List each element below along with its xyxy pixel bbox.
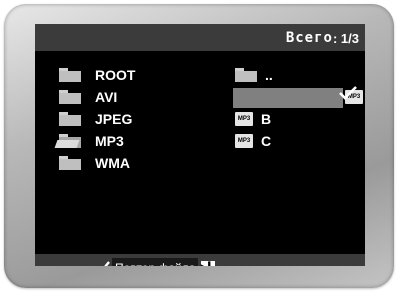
checkmark-icon bbox=[339, 86, 357, 100]
play-next-icon: ▶▎ bbox=[201, 261, 216, 266]
folder-item-root[interactable]: ROOT bbox=[59, 64, 135, 86]
total-counter: Всего : 1/3 bbox=[286, 28, 359, 48]
folder-label: ROOT bbox=[95, 67, 136, 83]
folder-item-wma[interactable]: WMA bbox=[59, 152, 135, 174]
total-count: : 1/3 bbox=[332, 30, 359, 46]
file-label: .. bbox=[265, 67, 273, 83]
total-label: Всего bbox=[285, 30, 333, 46]
file-item-c[interactable]: MP3 C bbox=[235, 130, 365, 152]
mp3-file-icon: MP3 bbox=[235, 134, 253, 148]
file-label: B bbox=[261, 111, 272, 127]
footer-bar: Повтор файла ▶▎ bbox=[35, 254, 365, 266]
open-folder-icon bbox=[54, 134, 81, 148]
header-bar: Всего : 1/3 bbox=[35, 24, 365, 51]
selection-highlight bbox=[233, 88, 343, 108]
folder-icon bbox=[59, 68, 81, 82]
osd-screen: Всего : 1/3 ROOT AVI JPEG MP3 WMA .. MP3… bbox=[35, 24, 365, 266]
folder-label: JPEG bbox=[95, 111, 133, 127]
folder-icon bbox=[59, 112, 81, 126]
folder-item-avi[interactable]: AVI bbox=[59, 86, 135, 108]
folder-list: ROOT AVI JPEG MP3 WMA bbox=[54, 64, 135, 174]
file-item-b[interactable]: MP3 B bbox=[235, 108, 365, 130]
folder-label: AVI bbox=[95, 89, 118, 105]
repeat-file-option[interactable]: Повтор файла ▶▎ bbox=[93, 257, 216, 266]
folder-item-jpeg[interactable]: JPEG bbox=[59, 108, 135, 130]
folder-icon bbox=[59, 90, 81, 104]
parent-folder-item[interactable]: .. bbox=[235, 64, 365, 86]
folder-icon bbox=[235, 68, 257, 82]
checkmark-icon bbox=[104, 261, 110, 266]
folder-label: MP3 bbox=[95, 133, 124, 149]
mp3-file-icon: MP3 bbox=[235, 112, 253, 126]
folder-icon bbox=[59, 156, 81, 170]
folder-item-mp3[interactable]: MP3 bbox=[54, 130, 135, 152]
folder-label: WMA bbox=[95, 155, 130, 171]
file-label: C bbox=[261, 133, 272, 149]
repeat-label: Повтор файла bbox=[112, 258, 199, 266]
file-list: .. MP3 A MP3 B MP3 C bbox=[233, 64, 365, 152]
